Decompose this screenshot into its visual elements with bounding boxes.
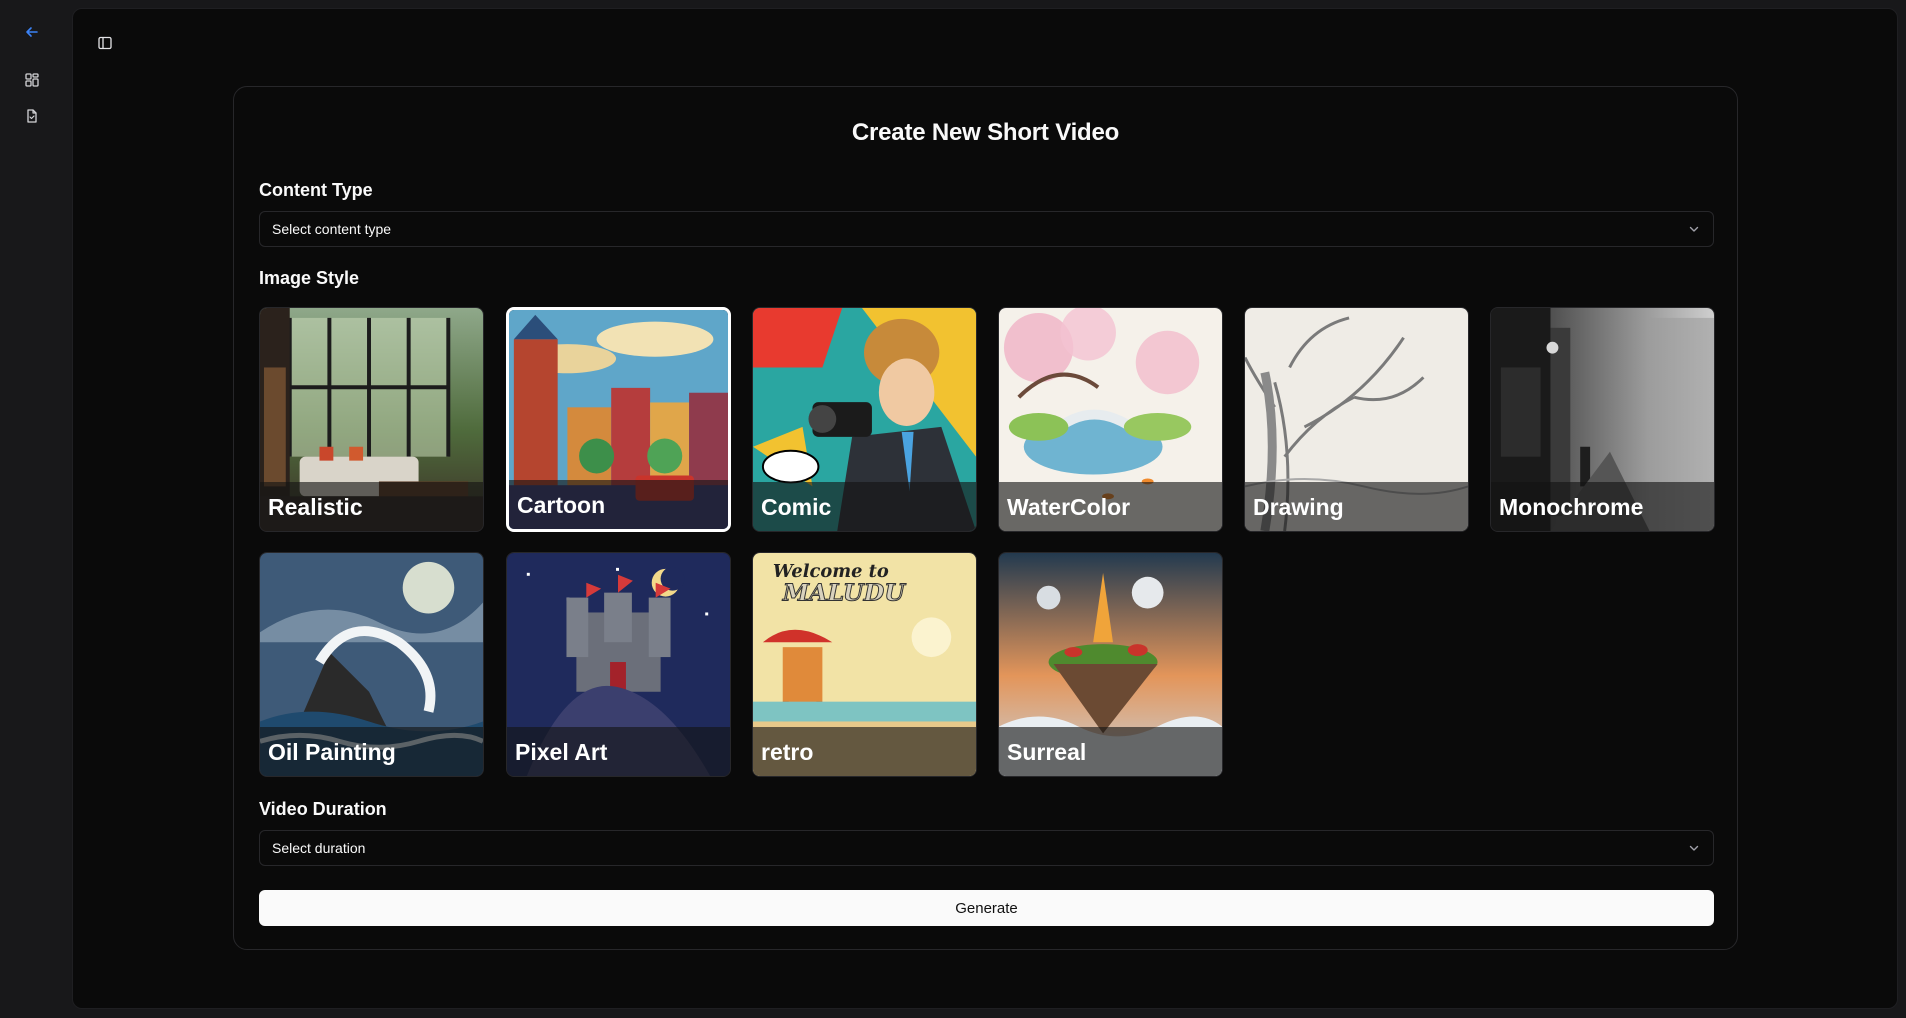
- style-tile-cartoon[interactable]: Cartoon: [506, 307, 731, 532]
- chevron-down-icon: [1689, 845, 1699, 851]
- back-button[interactable]: [20, 20, 44, 44]
- style-tile-oil-painting[interactable]: Oil Painting: [259, 552, 484, 777]
- style-tile-watercolor[interactable]: WaterColor: [998, 307, 1223, 532]
- sidebar-toggle-icon: [98, 36, 112, 50]
- style-label: Cartoon: [517, 492, 606, 518]
- dashboard-nav-button[interactable]: [20, 68, 44, 92]
- arrow-left-icon: [26, 27, 38, 37]
- main-panel: Create New Short Video Content Type Sele…: [72, 8, 1898, 1009]
- style-label: Monochrome: [1499, 494, 1644, 520]
- generate-button[interactable]: Generate: [259, 890, 1714, 926]
- style-label: Surreal: [1007, 739, 1087, 765]
- style-label: Oil Painting: [268, 739, 396, 765]
- icon-rail: [0, 0, 72, 1018]
- content-type-value: Select content type: [272, 221, 392, 237]
- content-type-select[interactable]: Select content type: [259, 211, 1714, 247]
- style-label: WaterColor: [1007, 494, 1131, 520]
- sidebar-toggle-button[interactable]: [91, 29, 119, 57]
- page-title: Create New Short Video: [851, 119, 1120, 146]
- style-tile-pixel-art[interactable]: Pixel Art: [506, 552, 731, 777]
- dashboard-icon: [25, 73, 39, 87]
- style-label: Drawing: [1253, 494, 1344, 520]
- image-style-label: Image Style: [259, 268, 360, 288]
- style-tile-surreal[interactable]: Surreal: [998, 552, 1223, 777]
- style-tile-comic[interactable]: Comic: [752, 307, 977, 532]
- duration-select[interactable]: Select duration: [259, 830, 1714, 866]
- style-tile-retro[interactable]: Welcome to MALUDU retro: [752, 552, 977, 777]
- style-tile-drawing[interactable]: Drawing: [1244, 307, 1469, 532]
- chevron-down-icon: [1689, 226, 1699, 232]
- style-label: Comic: [761, 494, 832, 520]
- style-label: retro: [761, 739, 814, 765]
- document-nav-button[interactable]: [20, 104, 44, 128]
- style-tile-realistic[interactable]: Realistic: [259, 307, 484, 532]
- style-label: Pixel Art: [515, 739, 608, 765]
- file-document-icon: [27, 109, 37, 123]
- retro-poster-title: MALUDU: [782, 579, 906, 607]
- duration-value: Select duration: [272, 840, 366, 856]
- style-label: Realistic: [268, 494, 363, 520]
- content-type-label: Content Type: [259, 180, 373, 200]
- create-video-card: Create New Short Video Content Type Sele…: [233, 86, 1738, 950]
- style-tile-monochrome[interactable]: Monochrome: [1490, 307, 1715, 532]
- video-duration-label: Video Duration: [259, 799, 387, 819]
